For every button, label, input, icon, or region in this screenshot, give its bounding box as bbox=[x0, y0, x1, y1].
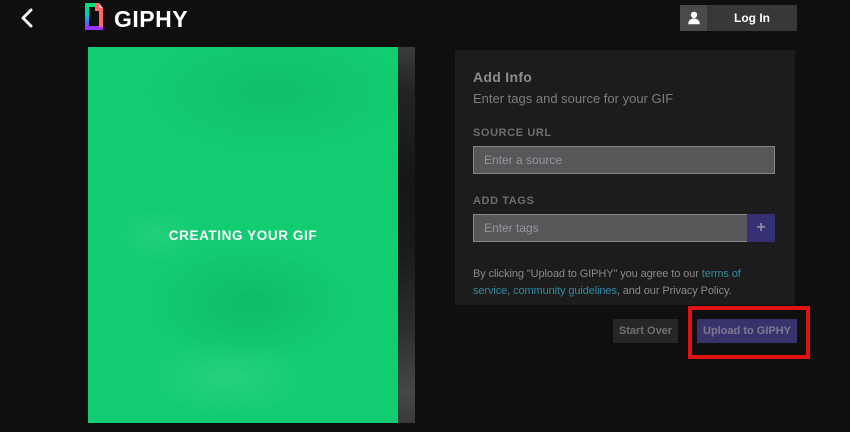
media-edge-strip bbox=[398, 47, 415, 423]
giphy-logo-icon bbox=[85, 3, 106, 35]
giphy-logo[interactable]: GIPHY bbox=[85, 3, 188, 35]
user-icon bbox=[680, 5, 707, 31]
community-guidelines-link[interactable]: community guidelines bbox=[513, 285, 617, 297]
tags-input[interactable] bbox=[473, 214, 747, 242]
giphy-logo-text: GIPHY bbox=[114, 5, 189, 32]
login-label: Log In bbox=[734, 11, 770, 25]
add-info-panel: Add Info Enter tags and source for your … bbox=[455, 50, 795, 305]
back-button[interactable] bbox=[14, 6, 40, 32]
panel-subtitle: Enter tags and source for your GIF bbox=[473, 91, 674, 106]
terms-part3: , and our Privacy Policy. bbox=[616, 285, 732, 298]
tags-input-row: + bbox=[473, 214, 775, 242]
add-tags-label: ADD TAGS bbox=[473, 195, 535, 207]
login-button[interactable]: Log In bbox=[680, 5, 797, 31]
terms-text: By clicking "Upload to GIPHY" you agree … bbox=[473, 266, 775, 300]
plus-icon: + bbox=[756, 219, 766, 236]
start-over-button[interactable]: Start Over bbox=[613, 319, 678, 343]
source-url-label: SOURCE URL bbox=[473, 127, 552, 139]
gif-creating-overlay: CREATING YOUR GIF bbox=[88, 47, 398, 423]
creating-status-text: CREATING YOUR GIF bbox=[168, 227, 318, 243]
add-tag-button[interactable]: + bbox=[747, 214, 775, 242]
source-url-input[interactable] bbox=[473, 146, 775, 174]
terms-part1: By clicking "Upload to GIPHY" you agree … bbox=[473, 268, 702, 280]
chevron-left-icon bbox=[20, 8, 34, 31]
panel-title: Add Info bbox=[473, 69, 533, 85]
gif-preview-area: CREATING YOUR GIF bbox=[88, 47, 415, 423]
upload-to-giphy-button[interactable]: Upload to GIPHY bbox=[697, 319, 797, 343]
